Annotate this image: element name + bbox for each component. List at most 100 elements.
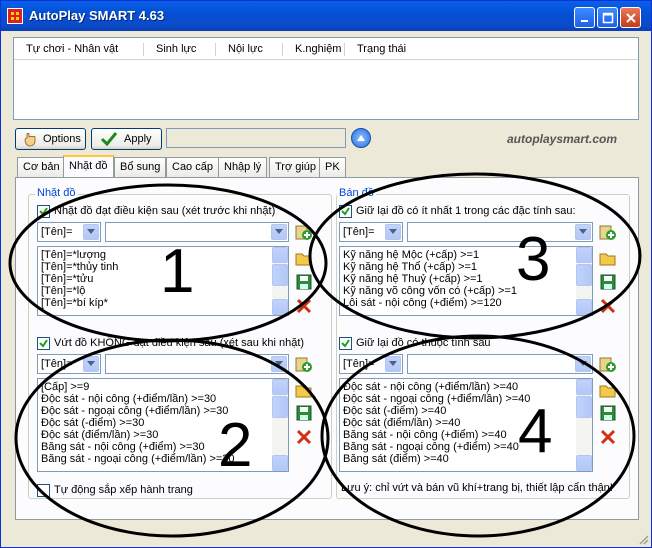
discard-list[interactable]: [Cấp] >=9 Độc sát - nội công (+điểm/lần)…	[37, 378, 289, 472]
scroll-up-icon[interactable]	[576, 247, 592, 263]
minimize-icon[interactable]	[574, 7, 595, 28]
tab-input[interactable]: Nhập lý	[218, 157, 268, 177]
discard-checkbox[interactable]	[37, 337, 50, 350]
scrollbar[interactable]	[272, 379, 288, 471]
add-icon[interactable]	[295, 355, 313, 373]
options-button[interactable]: Options	[15, 128, 86, 150]
list-item[interactable]: [Tên]=*thủy tinh	[41, 261, 270, 273]
save-icon[interactable]	[295, 404, 313, 422]
scrollbar[interactable]	[576, 379, 592, 471]
auto-sort-checkbox[interactable]	[37, 484, 50, 497]
open-folder-icon[interactable]	[295, 249, 313, 267]
scroll-up-icon[interactable]	[576, 379, 592, 395]
tab-pickup[interactable]: Nhặt đồ	[63, 155, 114, 178]
scroll-down-icon[interactable]	[576, 299, 592, 315]
tab-basic[interactable]: Cơ bản	[17, 157, 66, 177]
add-icon[interactable]	[599, 355, 617, 373]
discard-value-combo[interactable]	[105, 354, 289, 374]
scroll-up-icon[interactable]	[272, 379, 288, 395]
col-header-character[interactable]: Tự chơi - Nhân vật	[14, 43, 144, 56]
list-item[interactable]: Băng sát - ngoại công (+điểm/lần) >=30	[41, 453, 270, 465]
scroll-down-icon[interactable]	[576, 455, 592, 471]
add-icon[interactable]	[599, 223, 617, 241]
pickup-list[interactable]: [Tên]=*lượng [Tên]=*thủy tinh [Tên]=*tửu…	[37, 246, 289, 316]
open-folder-icon[interactable]	[599, 249, 617, 267]
chevron-down-icon[interactable]	[385, 224, 401, 240]
scrollbar[interactable]	[272, 247, 288, 315]
scrollbar[interactable]	[576, 247, 592, 315]
maximize-icon[interactable]	[597, 7, 618, 28]
chevron-down-icon[interactable]	[575, 356, 591, 372]
add-icon[interactable]	[295, 223, 313, 241]
apply-button[interactable]: Apply	[91, 128, 162, 150]
sell-list[interactable]: Kỹ năng hệ Mộc (+cấp) >=1 Kỹ năng hệ Thổ…	[339, 246, 593, 316]
scroll-thumb[interactable]	[576, 264, 592, 286]
sell-checkbox[interactable]	[339, 205, 352, 218]
col-header-hp[interactable]: Sinh lực	[144, 43, 216, 56]
open-folder-icon[interactable]	[599, 381, 617, 399]
keep-field-combo[interactable]: [Tên]=	[339, 354, 403, 374]
save-icon[interactable]	[295, 273, 313, 291]
list-item[interactable]: [Tên]=*tửu	[41, 273, 270, 285]
pickup-field-combo[interactable]: [Tên]=	[37, 222, 101, 242]
list-item[interactable]: Kỹ năng võ công vốn có (+cấp) >=1	[343, 285, 574, 297]
list-item[interactable]: Kỹ năng hệ Thổ (+cấp) >=1	[343, 261, 574, 273]
col-header-mp[interactable]: Nội lực	[216, 43, 283, 56]
scroll-up-icon[interactable]	[272, 247, 288, 263]
keep-list[interactable]: Độc sát - nội công (+điểm/lần) >=40 Độc …	[339, 378, 593, 472]
open-folder-icon[interactable]	[295, 381, 313, 399]
keep-value-combo[interactable]	[407, 354, 593, 374]
list-item[interactable]: [Tên]=*lộ	[41, 285, 270, 297]
col-header-status[interactable]: Trạng thái	[345, 43, 435, 56]
list-item[interactable]: Độc sát - nội công (+điểm/lần) >=30	[41, 393, 270, 405]
list-item[interactable]: Băng sát - ngoại công (+điểm) >=40	[343, 441, 574, 453]
list-item[interactable]: Băng sát - nội công (+điểm) >=30	[41, 441, 270, 453]
pickup-checkbox[interactable]	[37, 205, 50, 218]
sell-field-combo[interactable]: [Tên]=	[339, 222, 403, 242]
delete-icon[interactable]	[295, 297, 313, 315]
list-item[interactable]: Độc sát (-điểm) >=30	[41, 417, 270, 429]
discard-field-combo[interactable]: [Tên]=	[37, 354, 101, 374]
close-icon[interactable]	[620, 7, 641, 28]
character-list[interactable]: Tự chơi - Nhân vật Sinh lực Nội lực K.ng…	[13, 37, 639, 120]
col-header-exp[interactable]: K.nghiệm	[283, 43, 345, 56]
collapse-up-button[interactable]	[351, 128, 371, 148]
chevron-down-icon[interactable]	[271, 224, 287, 240]
save-icon[interactable]	[599, 273, 617, 291]
sell-value-combo[interactable]	[407, 222, 593, 242]
chevron-down-icon[interactable]	[271, 356, 287, 372]
chevron-down-icon[interactable]	[385, 356, 401, 372]
list-item[interactable]: [Cấp] >=9	[41, 381, 270, 393]
list-item[interactable]: [Tên]=*bí kíp*	[41, 297, 270, 309]
tab-extra[interactable]: Bổ sung	[114, 157, 167, 177]
list-item[interactable]: Kỹ năng hệ Thuỷ (+cấp) >=1	[343, 273, 574, 285]
list-item[interactable]: Độc sát (điểm/lần) >=40	[343, 417, 574, 429]
list-item[interactable]: Độc sát (điểm/lần) >=30	[41, 429, 270, 441]
list-item[interactable]: [Tên]=*lượng	[41, 249, 270, 261]
delete-icon[interactable]	[599, 428, 617, 446]
tab-help[interactable]: Trợ giúp	[269, 157, 323, 177]
list-item[interactable]: Kỹ năng hệ Mộc (+cấp) >=1	[343, 249, 574, 261]
delete-icon[interactable]	[295, 428, 313, 446]
list-item[interactable]: Độc sát (-điểm) >=40	[343, 405, 574, 417]
list-item[interactable]: Độc sát - ngoại công (+điểm/lần) >=30	[41, 405, 270, 417]
list-item[interactable]: Độc sát - nội công (+điểm/lần) >=40	[343, 381, 574, 393]
list-item[interactable]: Băng sát - nội công (+điểm) >=40	[343, 429, 574, 441]
chevron-down-icon[interactable]	[83, 356, 99, 372]
list-item[interactable]: Độc sát - ngoại công (+điểm/lần) >=40	[343, 393, 574, 405]
keep-checkbox[interactable]	[339, 337, 352, 350]
title-bar[interactable]: AutoPlay SMART 4.63	[1, 1, 651, 31]
delete-icon[interactable]	[599, 297, 617, 315]
tab-pk[interactable]: PK	[319, 157, 346, 177]
chevron-down-icon[interactable]	[575, 224, 591, 240]
scroll-thumb[interactable]	[272, 264, 288, 286]
scroll-thumb[interactable]	[272, 396, 288, 418]
tab-advanced[interactable]: Cao cấp	[166, 157, 219, 177]
save-icon[interactable]	[599, 404, 617, 422]
chevron-down-icon[interactable]	[83, 224, 99, 240]
scroll-down-icon[interactable]	[272, 455, 288, 471]
resize-grip-icon[interactable]	[637, 533, 649, 545]
list-item[interactable]: Băng sát (điểm) >=40	[343, 453, 574, 465]
scroll-down-icon[interactable]	[272, 299, 288, 315]
pickup-value-combo[interactable]	[105, 222, 289, 242]
